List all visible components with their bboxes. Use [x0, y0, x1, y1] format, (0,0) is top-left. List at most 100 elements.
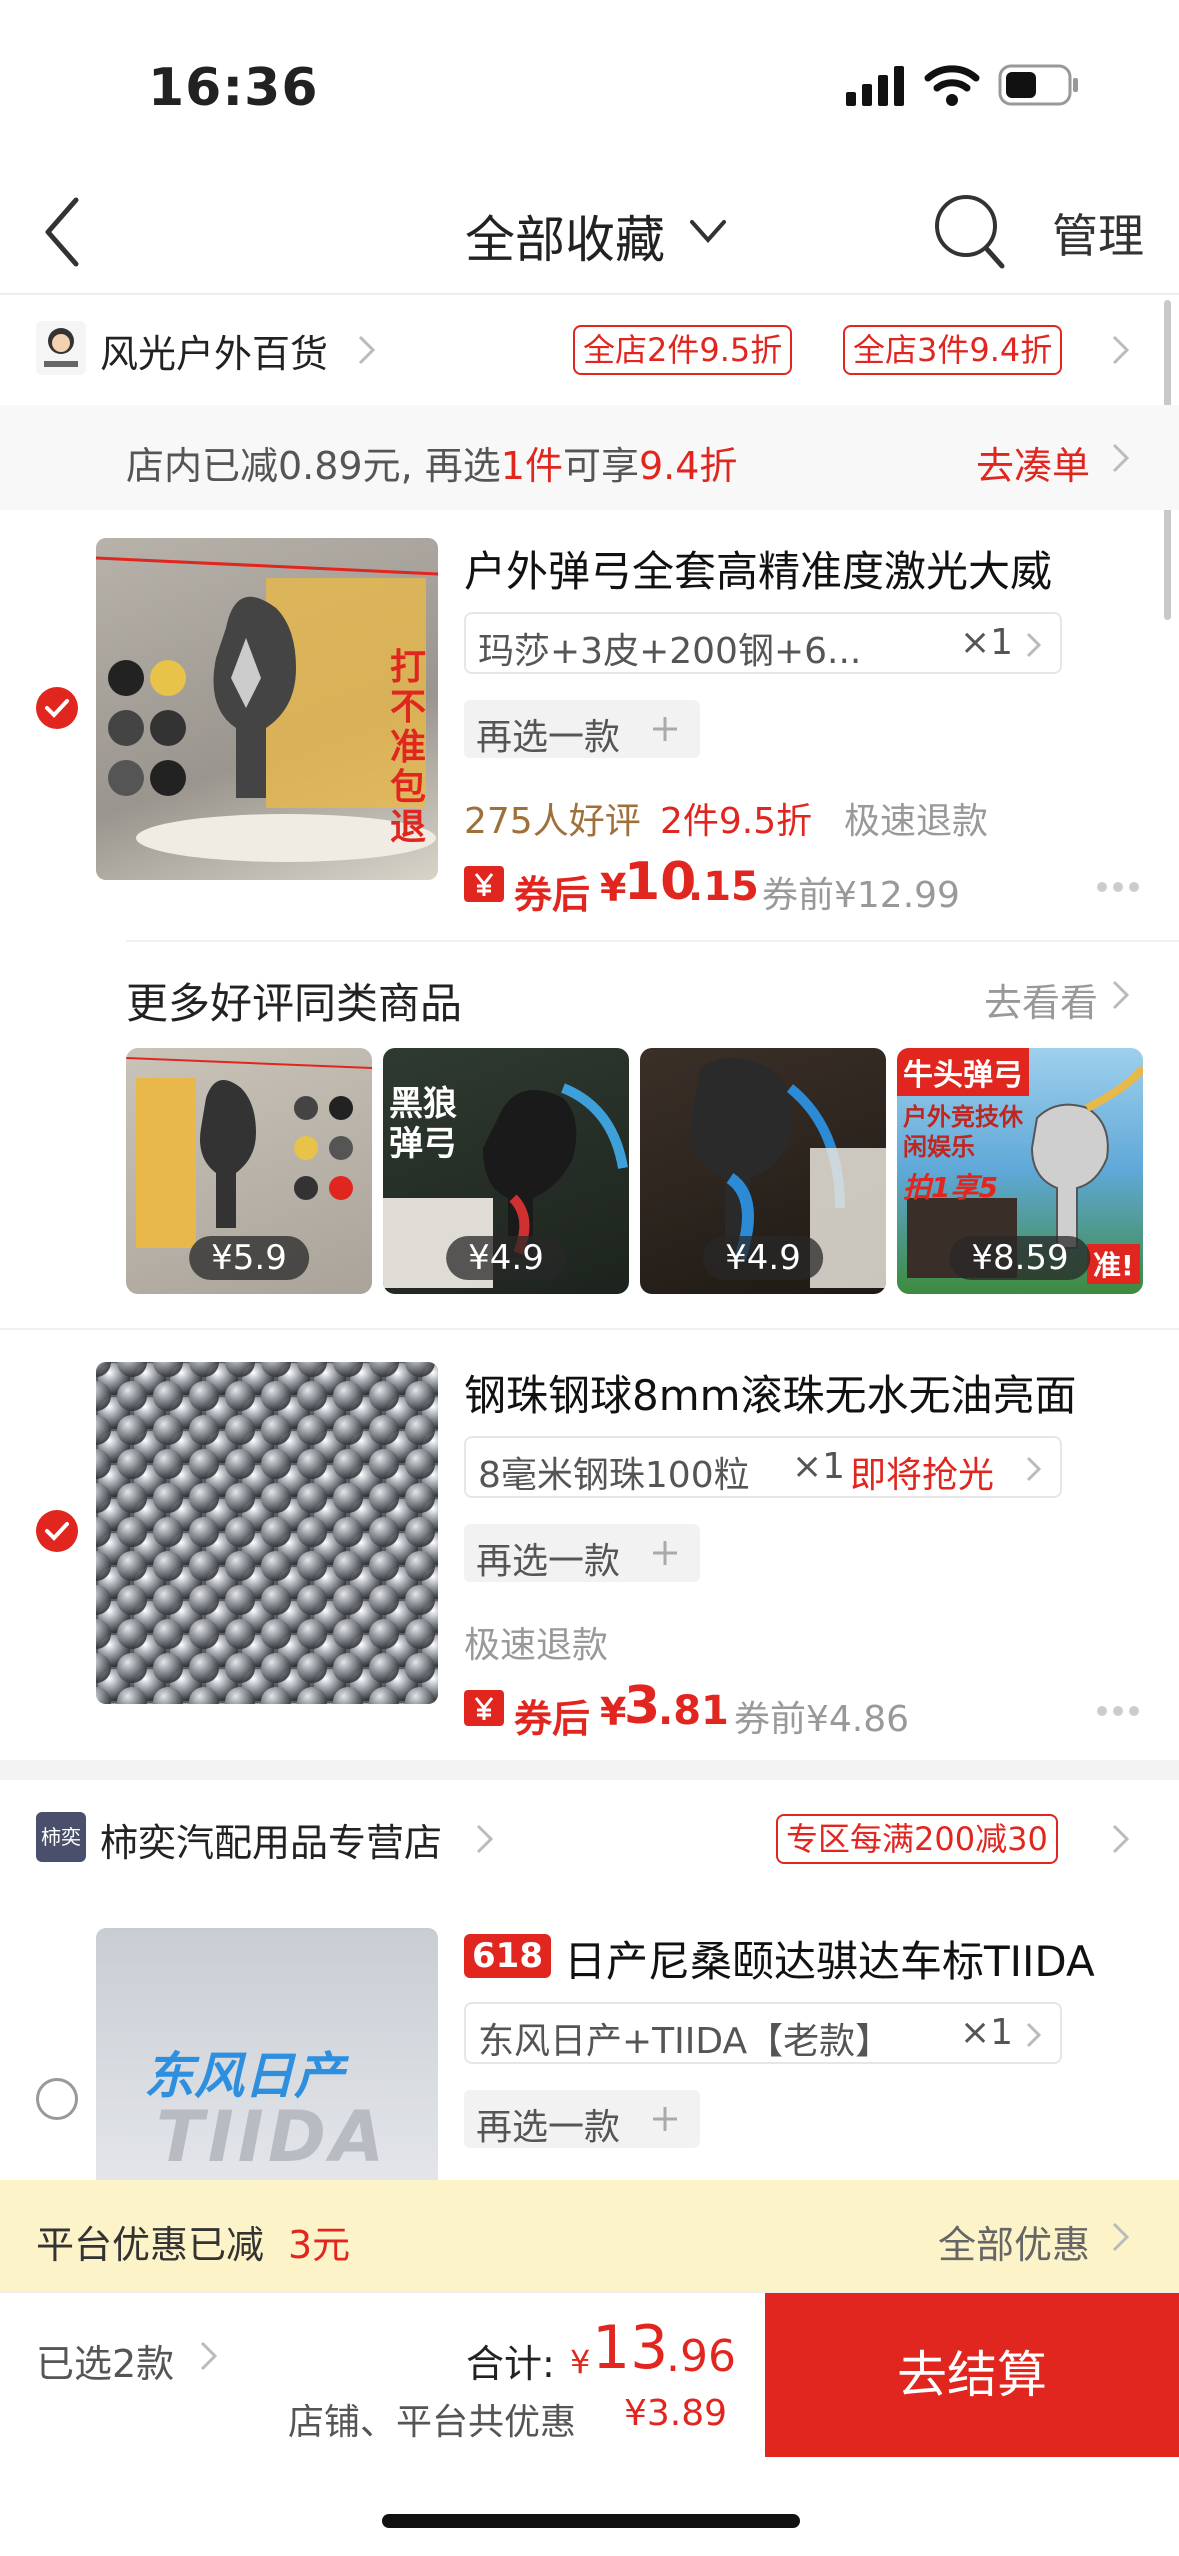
- total-integer: 13: [592, 2313, 669, 2383]
- chevron-right-icon[interactable]: [198, 2339, 220, 2373]
- thumbnail-subcaption: 户外竞技休闲娱乐: [903, 1103, 1023, 1161]
- plus-icon: [653, 1541, 677, 1565]
- store-promo-tag[interactable]: 全店2件9.5折: [573, 325, 793, 375]
- coupon-label: 券后: [514, 1697, 591, 1741]
- recommend-price: ¥8.59: [949, 1236, 1091, 1280]
- section-divider: [0, 1760, 1179, 1780]
- store-header: 风光户外百货 全店2件9.5折 全店3件9.4折: [0, 295, 1179, 405]
- battery-icon: [998, 64, 1078, 106]
- recommend-title: 更多好评同类商品: [126, 979, 463, 1028]
- checkout-bar: 已选2款 合计: ¥ 13 .96 店铺、平台共优惠 ¥3.89 去结算: [0, 2292, 1179, 2457]
- product-image[interactable]: 东风日产 TIIDA: [96, 1928, 438, 2180]
- chevron-right-icon: [476, 1824, 494, 1854]
- store-name[interactable]: 柿奕汽配用品专营店: [100, 1812, 442, 1867]
- price-decimal: .81: [658, 1688, 729, 1734]
- recommend-link[interactable]: 去看看: [984, 972, 1098, 1027]
- steel-balls-image-icon: [96, 1362, 438, 1704]
- store-promo-tag[interactable]: 专区每满200减30: [776, 1814, 1058, 1864]
- cart-item: 打不准包退 户外弹弓全套高精准度激光大威 玛莎+3皮+200钢+6... ×1 …: [0, 510, 1179, 940]
- platform-discount-bar[interactable]: 平台优惠已减 3元 全部优惠: [0, 2180, 1179, 2292]
- platform-discount-amount: 3元: [288, 2223, 351, 2267]
- thumbnail-caption: 黑狼弹弓: [389, 1084, 457, 1164]
- emblem-text: TIIDA: [156, 2096, 389, 2178]
- yen-icon: [474, 873, 494, 896]
- back-arrow-icon[interactable]: [40, 194, 84, 270]
- thumbnail-corner-badge: 准!: [1087, 1244, 1140, 1284]
- product-title[interactable]: 钢珠钢球8mm滚珠无水无油亮面: [464, 1362, 1077, 1423]
- recommend-section: 更多好评同类商品 去看看 ¥5.9 黑狼弹弓 ¥4.9 ¥4.9 牛头弹弓 户外…: [0, 942, 1179, 1322]
- store-promo-tag[interactable]: 全店3件9.4折: [843, 325, 1063, 375]
- product-title[interactable]: 日产尼桑颐达骐达车标TIIDA: [564, 1928, 1095, 1989]
- discount-count: 1件: [500, 444, 563, 488]
- price-before-coupon: 券前¥4.86: [734, 1699, 910, 1740]
- recommend-item[interactable]: ¥4.9: [640, 1048, 886, 1294]
- status-time: 16:36: [148, 58, 319, 118]
- plus-icon: [653, 2107, 677, 2131]
- recommend-price: ¥5.9: [189, 1236, 309, 1280]
- checkout-button[interactable]: 去结算: [765, 2293, 1179, 2457]
- chevron-right-icon: [1026, 1456, 1042, 1482]
- shop-discount-banner[interactable]: 店内已减0.89元, 再选1件可享9.4折 去凑单: [0, 405, 1179, 510]
- all-discounts-link[interactable]: 全部优惠: [938, 2214, 1090, 2269]
- chevron-right-icon: [1112, 980, 1130, 1010]
- coupon-icon: [464, 866, 504, 902]
- sku-qty: ×1: [960, 2012, 1014, 2053]
- page-title[interactable]: 全部收藏: [465, 200, 665, 272]
- store-name[interactable]: 风光户外百货: [100, 323, 328, 378]
- total-decimal: .96: [666, 2331, 736, 2382]
- discount-summary-label: 店铺、平台共优惠: [288, 2402, 577, 2443]
- 618-badge: 618: [464, 1934, 551, 1978]
- stock-warning: 即将抢光: [850, 1455, 995, 1496]
- recommend-item[interactable]: 黑狼弹弓 ¥4.9: [383, 1048, 629, 1294]
- slingshot-image-icon: [96, 556, 438, 862]
- review-count: 275人好评: [464, 801, 641, 842]
- sku-text: 8毫米钢珠100粒: [478, 1455, 750, 1496]
- choose-another-button[interactable]: 再选一款: [464, 2090, 700, 2148]
- chevron-down-icon[interactable]: [688, 214, 728, 248]
- sku-qty: ×1: [792, 1446, 846, 1487]
- cart-item: 东风日产 TIIDA 618 日产尼桑颐达骐达车标TIIDA 东风日产+TIID…: [0, 1890, 1179, 2180]
- recommend-item[interactable]: 牛头弹弓 户外竞技休闲娱乐 拍1享5 准! ¥8.59: [897, 1048, 1143, 1294]
- home-indicator[interactable]: [382, 2514, 800, 2528]
- thumbnail-caption: 牛头弹弓: [897, 1048, 1029, 1096]
- add-items-link[interactable]: 去凑单: [976, 435, 1090, 490]
- chevron-right-icon: [358, 335, 376, 365]
- deal-badge: 2件9.5折: [660, 801, 813, 842]
- product-image[interactable]: 打不准包退: [96, 538, 438, 880]
- recommend-item[interactable]: ¥5.9: [126, 1048, 372, 1294]
- sku-text: 玛莎+3皮+200钢+6...: [478, 631, 862, 672]
- chevron-right-icon: [1112, 443, 1130, 473]
- sku-selector[interactable]: 东风日产+TIIDA【老款】 ×1: [464, 2002, 1062, 2064]
- more-icon[interactable]: [1096, 1704, 1140, 1718]
- sku-qty: ×1: [960, 622, 1014, 663]
- plus-icon: [653, 717, 677, 741]
- price-symbol: ¥: [600, 866, 627, 910]
- product-title[interactable]: 户外弹弓全套高精准度激光大威: [464, 538, 1052, 599]
- item-checkbox[interactable]: [36, 1510, 78, 1552]
- chevron-right-icon[interactable]: [1110, 333, 1132, 367]
- choose-another-button[interactable]: 再选一款: [464, 1524, 700, 1582]
- chevron-right-icon[interactable]: [1110, 1822, 1132, 1856]
- selected-count[interactable]: 已选2款: [36, 2333, 174, 2388]
- manage-button[interactable]: 管理: [1052, 200, 1144, 266]
- store-logo[interactable]: 柿奕: [36, 1812, 86, 1862]
- thumbnail-promo: 拍1享5: [903, 1171, 998, 1204]
- sku-selector[interactable]: 玛莎+3皮+200钢+6... ×1: [464, 612, 1062, 674]
- chevron-right-icon: [1112, 2222, 1130, 2252]
- price-symbol: ¥: [600, 1690, 627, 1734]
- fast-refund-label: 极速退款: [464, 1625, 609, 1666]
- more-icon[interactable]: [1096, 880, 1140, 894]
- status-bar: 16:36: [0, 0, 1179, 170]
- image-promo-text: 打不准包退: [390, 647, 427, 848]
- discount-text: 店内已减0.89元, 再选: [126, 444, 501, 488]
- item-checkbox[interactable]: [36, 2078, 78, 2120]
- check-icon: [45, 1522, 69, 1541]
- chevron-right-icon: [1026, 632, 1042, 658]
- store-logo[interactable]: [36, 321, 86, 375]
- product-image[interactable]: [96, 1362, 438, 1704]
- search-icon[interactable]: [932, 192, 1008, 272]
- item-checkbox[interactable]: [36, 687, 78, 729]
- choose-another-button[interactable]: 再选一款: [464, 700, 700, 758]
- price-decimal: .15: [688, 864, 759, 910]
- sku-selector[interactable]: 8毫米钢珠100粒 ×1 即将抢光: [464, 1436, 1062, 1498]
